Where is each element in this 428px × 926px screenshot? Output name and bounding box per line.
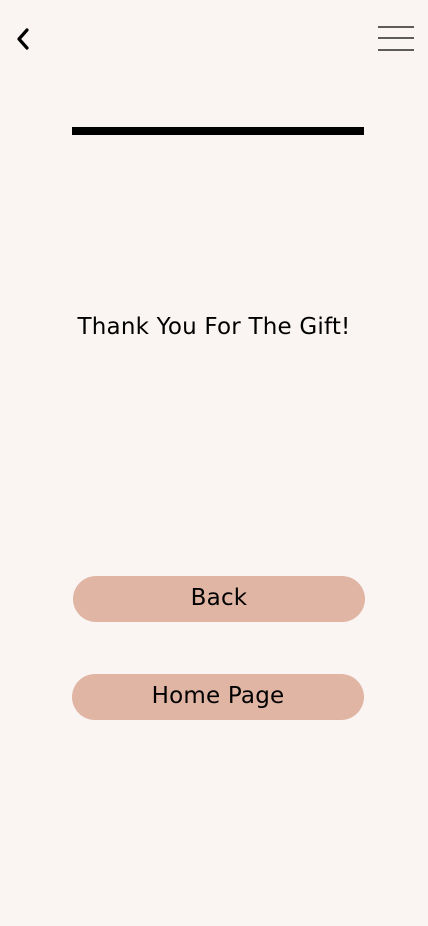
back-chevron-icon[interactable] <box>12 26 34 52</box>
home-page-button[interactable]: Home Page <box>72 674 364 720</box>
thank-you-message: Thank You For The Gift! <box>77 314 351 340</box>
back-button[interactable]: Back <box>73 576 365 622</box>
top-divider-bar <box>72 127 364 135</box>
hamburger-menu-icon[interactable] <box>378 26 414 52</box>
